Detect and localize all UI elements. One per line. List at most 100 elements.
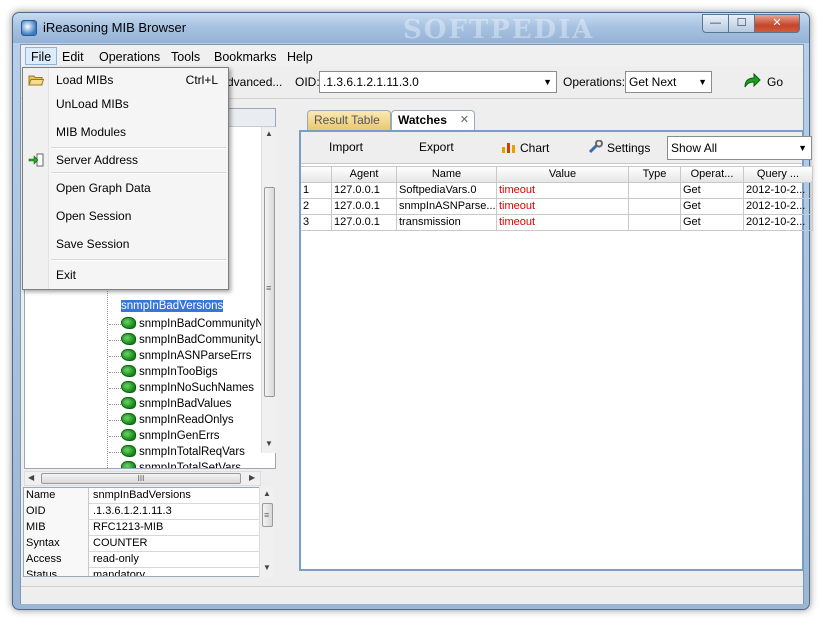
- tree-node[interactable]: snmpInBadValues: [109, 396, 231, 412]
- menu-item-label: Open Session: [56, 209, 132, 223]
- operations-value: Get Next: [629, 75, 677, 89]
- import-button[interactable]: Import: [329, 140, 363, 154]
- table-cell[interactable]: 2012-10-2...: [744, 183, 813, 199]
- scroll-left-icon[interactable]: ◀: [28, 473, 34, 482]
- table-cell[interactable]: 2012-10-2...: [744, 199, 813, 215]
- menu-item-mib-modules[interactable]: MIB Modules: [23, 120, 228, 144]
- property-row: Access read-only: [24, 552, 259, 568]
- maximize-button[interactable]: ☐: [728, 14, 755, 33]
- table-cell[interactable]: 127.0.0.1: [332, 199, 397, 215]
- table-cell[interactable]: 1: [301, 183, 332, 199]
- menu-item-open-graph-data[interactable]: Open Graph Data: [23, 176, 228, 200]
- column-header[interactable]: Value: [497, 166, 629, 183]
- property-key: Name: [24, 488, 89, 504]
- table-cell[interactable]: Get: [681, 183, 744, 199]
- menu-item-server-address[interactable]: Server Address: [23, 148, 228, 172]
- menu-item-exit[interactable]: Exit: [23, 263, 228, 287]
- menu-bookmarks[interactable]: Bookmarks: [209, 48, 282, 66]
- menu-item-unload-mibs[interactable]: UnLoad MIBs: [23, 92, 228, 116]
- scroll-up-icon[interactable]: ▲: [263, 489, 271, 498]
- tree-node[interactable]: snmpInTotalReqVars: [109, 444, 245, 460]
- menu-item-open-session[interactable]: Open Session: [23, 204, 228, 228]
- scroll-up-icon[interactable]: ▲: [265, 129, 273, 138]
- close-icon[interactable]: ✕: [460, 111, 469, 130]
- menu-help[interactable]: Help: [282, 48, 318, 66]
- minimize-button[interactable]: —: [702, 14, 729, 33]
- table-cell[interactable]: [629, 183, 681, 199]
- column-header[interactable]: Name: [397, 166, 497, 183]
- leaf-icon: [121, 429, 136, 441]
- tree-node[interactable]: snmpInBadCommunityUse: [109, 332, 276, 348]
- show-filter-combo[interactable]: Show All ▼: [667, 136, 812, 160]
- table-cell-timeout[interactable]: timeout: [497, 199, 629, 215]
- table-cell[interactable]: [629, 199, 681, 215]
- menu-file[interactable]: File: [25, 47, 58, 65]
- tree-horizontal-scrollbar[interactable]: ◀ III ▶: [24, 471, 261, 486]
- go-button[interactable]: Go: [743, 71, 788, 93]
- address-fragment[interactable]: dvanced...: [227, 75, 282, 89]
- tree-node-selected[interactable]: snmpInBadVersions: [121, 298, 224, 314]
- chevron-down-icon[interactable]: ▼: [698, 72, 707, 92]
- operations-combo[interactable]: Get Next ▼: [625, 71, 712, 93]
- menu-item-save-session[interactable]: Save Session: [23, 232, 228, 256]
- tree-node[interactable]: snmpInASNParseErrs: [109, 348, 251, 364]
- property-key: Syntax: [24, 536, 89, 552]
- table-cell[interactable]: Get: [681, 215, 744, 231]
- column-header[interactable]: Query ...: [744, 166, 813, 183]
- table-cell[interactable]: 127.0.0.1: [332, 183, 397, 199]
- scroll-down-icon[interactable]: ▼: [263, 563, 271, 572]
- tree-node[interactable]: snmpInReadOnlys: [109, 412, 234, 428]
- table-cell[interactable]: 127.0.0.1: [332, 215, 397, 231]
- scrollbar-thumb[interactable]: III: [41, 473, 241, 484]
- properties-scrollbar[interactable]: ▲ ≡ ▼: [259, 487, 274, 577]
- tree-vertical-scrollbar[interactable]: ▲ ≡ ▼: [261, 127, 276, 453]
- table-cell[interactable]: snmpInASNParse...: [397, 199, 497, 215]
- chevron-down-icon[interactable]: ▼: [798, 137, 807, 159]
- tree-node[interactable]: snmpInTooBigs: [109, 364, 218, 380]
- menu-item-label: Server Address: [56, 153, 139, 167]
- menu-separator: [51, 259, 226, 261]
- settings-button[interactable]: Settings: [588, 140, 650, 155]
- scroll-right-icon[interactable]: ▶: [249, 473, 255, 482]
- table-cell-timeout[interactable]: timeout: [497, 183, 629, 199]
- scrollbar-thumb[interactable]: ≡: [262, 503, 273, 527]
- properties-table[interactable]: Name snmpInBadVersions OID .1.3.6.1.2.1.11…: [23, 487, 260, 577]
- tab-watches[interactable]: Watches ✕: [391, 110, 475, 130]
- column-header[interactable]: Operat...: [681, 166, 744, 183]
- menu-tools[interactable]: Tools: [166, 48, 205, 66]
- close-button[interactable]: ✕: [754, 14, 800, 33]
- table-cell-timeout[interactable]: timeout: [497, 215, 629, 231]
- export-button[interactable]: Export: [419, 140, 454, 154]
- tab-label: Watches: [398, 113, 447, 127]
- table-cell[interactable]: Get: [681, 199, 744, 215]
- tree-node[interactable]: snmpInGenErrs: [109, 428, 220, 444]
- scrollbar-thumb[interactable]: ≡: [264, 187, 275, 397]
- oid-value: .1.3.6.1.2.1.11.3.0: [323, 75, 419, 89]
- tree-node-label: snmpInBadCommunityUse: [139, 334, 276, 346]
- menu-item-load-mibs[interactable]: Load MIBs Ctrl+L: [23, 68, 228, 92]
- scroll-down-icon[interactable]: ▼: [265, 439, 273, 448]
- table-cell[interactable]: [629, 215, 681, 231]
- oid-combo[interactable]: .1.3.6.1.2.1.11.3.0 ▼: [319, 71, 557, 93]
- menu-edit[interactable]: Edit: [57, 48, 89, 66]
- leaf-icon: [121, 365, 136, 377]
- leaf-icon: [121, 381, 136, 393]
- menu-operations[interactable]: Operations: [94, 48, 165, 66]
- chevron-down-icon[interactable]: ▼: [543, 72, 552, 92]
- tree-node[interactable]: snmpInNoSuchNames: [109, 380, 254, 396]
- column-header[interactable]: Agent: [332, 166, 397, 183]
- property-key: MIB: [24, 520, 89, 536]
- tree-node[interactable]: snmpInTotalSetVars: [121, 460, 241, 468]
- tab-result-table[interactable]: Result Table: [307, 110, 391, 130]
- table-cell[interactable]: 2: [301, 199, 332, 215]
- column-header[interactable]: [301, 166, 332, 183]
- column-header[interactable]: Type: [629, 166, 681, 183]
- table-cell[interactable]: transmission: [397, 215, 497, 231]
- table-cell[interactable]: SoftpediaVars.0: [397, 183, 497, 199]
- tree-node[interactable]: snmpInBadCommunityNar: [109, 316, 274, 332]
- menu-item-label: Save Session: [56, 237, 130, 251]
- table-cell[interactable]: 2012-10-2...: [744, 215, 813, 231]
- table-cell[interactable]: 3: [301, 215, 332, 231]
- chart-button[interactable]: Chart: [501, 140, 549, 155]
- title-bar[interactable]: iReasoning MIB Browser SOFTPEDIA — ☐ ✕: [13, 13, 809, 45]
